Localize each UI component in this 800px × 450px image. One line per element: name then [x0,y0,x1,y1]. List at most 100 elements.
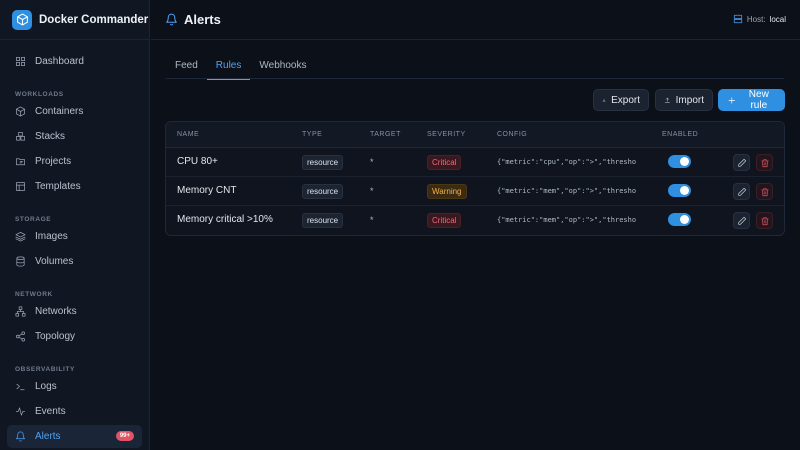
rule-target: * [370,186,374,196]
sidebar-item-label: Logs [35,381,57,392]
folder-icon [16,158,25,166]
delete-button[interactable] [756,154,773,171]
table-row[interactable]: CPU 80+ resource * Critical {"metric":"c… [166,148,784,177]
import-label: Import [675,94,704,106]
tab-feed[interactable]: Feed [166,56,207,79]
export-button[interactable]: Export [593,89,649,111]
enabled-toggle[interactable] [668,184,691,197]
grid-icon [16,57,25,66]
tab-webhooks[interactable]: Webhooks [250,56,315,79]
delete-button[interactable] [756,183,773,200]
page-header: Alerts Host: local [151,0,800,40]
bell-icon [16,431,25,442]
sidebar-item-label: Images [35,231,68,242]
rule-config: {"metric":"cpu","op":">","thresho [497,158,637,166]
rule-target: * [370,215,374,225]
download-icon [602,98,606,102]
rule-name: Memory CNT [177,185,237,196]
edit-button[interactable] [733,212,750,229]
rule-config: {"metric":"mem","op":">","thresho [497,187,637,195]
tab-bar: Feed Rules Webhooks [166,56,784,80]
severity-badge: Warning [427,184,467,199]
plus-icon [728,96,735,104]
column-header-enabled: ENABLED [662,131,699,138]
sidebar-item-label: Templates [35,181,81,192]
sidebar-item-label: Dashboard [35,56,84,67]
sidebar-item-events[interactable]: Events [7,400,142,423]
boxes-icon [16,132,25,141]
tab-rules[interactable]: Rules [206,56,251,80]
trash-icon [760,187,769,196]
export-label: Export [611,94,640,106]
new-rule-button[interactable]: New rule [718,89,785,111]
rule-config: {"metric":"mem","op":">","thresho [497,216,637,224]
sidebar-item-templates[interactable]: Templates [7,175,142,198]
sidebar-item-images[interactable]: Images [7,225,142,248]
host-label: Host: [746,14,766,24]
server-icon [733,14,742,24]
section-workloads: WORKLOADS [15,91,64,98]
sidebar-item-topology[interactable]: Topology [7,325,142,348]
bell-icon [166,13,177,26]
sidebar-item-networks[interactable]: Networks [7,300,142,323]
terminal-icon [16,383,25,391]
edit-button[interactable] [733,183,750,200]
brand[interactable]: Docker Commander [0,0,149,40]
app-title: Docker Commander [39,13,149,26]
enabled-toggle[interactable] [668,213,691,226]
sidebar-item-dashboard[interactable]: Dashboard [7,50,142,73]
sidebar-item-alerts[interactable]: Alerts 99+ [7,425,142,448]
layers-icon [15,232,26,242]
section-storage: STORAGE [15,216,52,223]
column-header-type: TYPE [302,131,323,138]
activity-icon [16,407,25,416]
rule-name: CPU 80+ [177,156,218,167]
pencil-icon [737,216,746,225]
sidebar-item-stacks[interactable]: Stacks [7,125,142,148]
new-rule-label: New rule [748,89,769,111]
host-indicator[interactable]: Host: local [733,14,786,24]
enabled-toggle[interactable] [668,155,691,168]
table-row[interactable]: Memory CNT resource * Warning {"metric":… [166,177,784,206]
host-value: local [769,14,786,24]
section-network: NETWORK [15,291,53,298]
sidebar-item-logs[interactable]: Logs [7,375,142,398]
sidebar-item-projects[interactable]: Projects [7,150,142,173]
edit-button[interactable] [733,154,750,171]
pencil-icon [737,187,746,196]
pencil-icon [737,158,746,167]
network-icon [15,306,26,317]
share-icon [16,331,25,342]
rule-name: Memory critical >10% [177,214,273,225]
sidebar-item-label: Networks [35,306,77,317]
trash-icon [760,216,769,225]
sidebar-item-containers[interactable]: Containers [7,100,142,123]
alerts-count-badge: 99+ [115,431,134,441]
sidebar-item-volumes[interactable]: Volumes [7,250,142,273]
import-button[interactable]: Import [655,89,713,111]
page-title: Alerts [184,12,221,27]
rule-type: resource [302,184,344,199]
column-header-config: CONFIG [497,131,528,138]
upload-icon [664,97,670,103]
box-icon [16,106,25,117]
severity-badge: Critical [427,155,462,170]
delete-button[interactable] [756,212,773,229]
sidebar-item-label: Volumes [35,256,74,267]
column-header-name: NAME [177,131,200,138]
rule-type: resource [302,155,344,170]
database-icon [16,256,25,267]
sidebar-item-label: Stacks [35,131,66,142]
section-observability: OBSERVABILITY [15,366,75,373]
sidebar-item-label: Projects [35,156,72,167]
cube-icon [12,9,32,30]
severity-badge: Critical [427,213,462,228]
sidebar: Docker Commander Dashboard WORKLOADS Con… [0,0,150,450]
column-header-target: TARGET [370,131,401,138]
rules-table: NAME TYPE TARGET SEVERITY CONFIG ENABLED… [165,121,785,236]
table-row[interactable]: Memory critical >10% resource * Critical… [166,206,784,235]
column-header-severity: SEVERITY [427,131,466,138]
template-icon [16,182,25,191]
table-header: NAME TYPE TARGET SEVERITY CONFIG ENABLED [166,122,784,148]
sidebar-item-label: Alerts [35,431,61,442]
